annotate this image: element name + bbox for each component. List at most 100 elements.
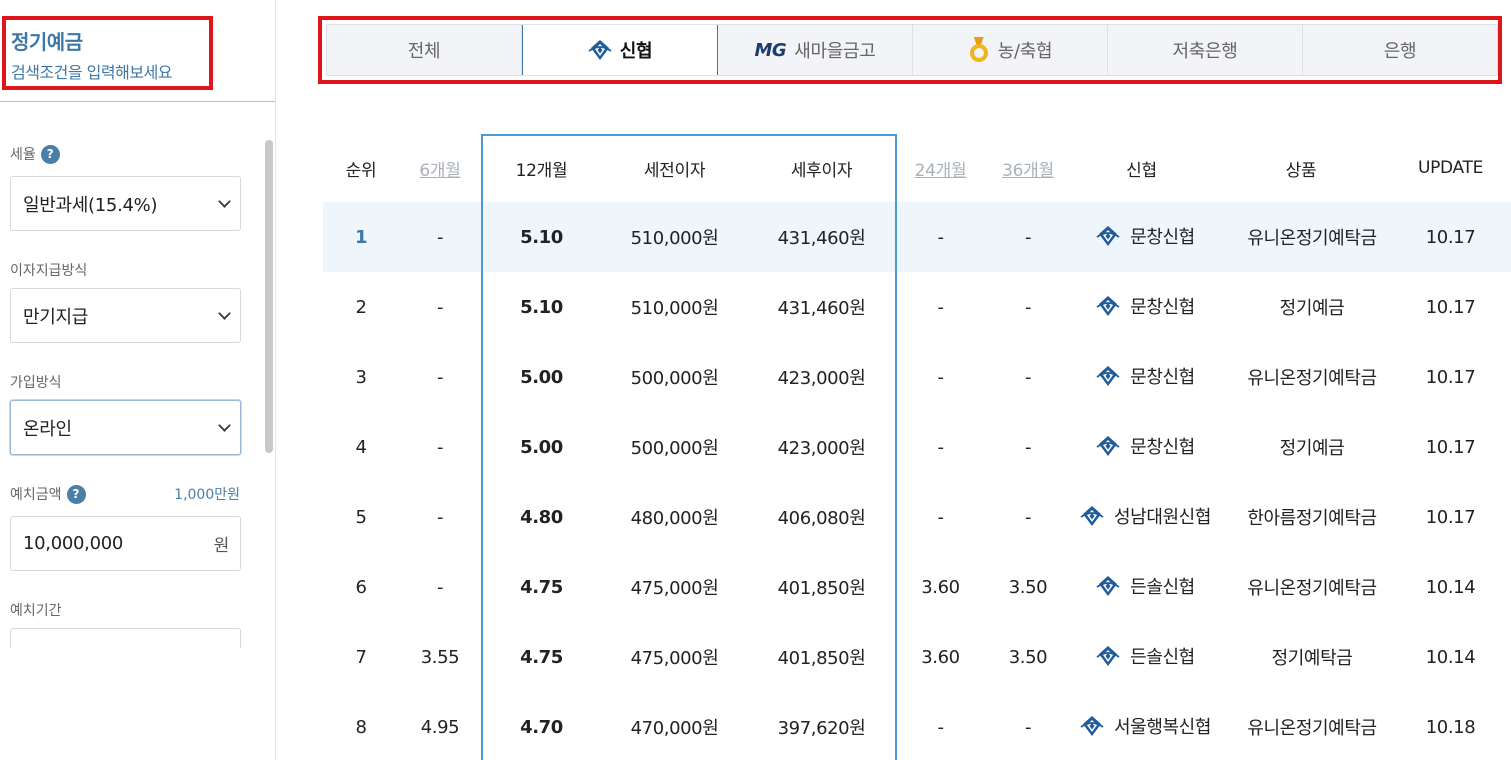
cell-aftertax-interest: 406,080원: [777, 508, 866, 529]
cell-aftertax-interest: 401,850원: [777, 578, 866, 599]
header-36m[interactable]: 36개월: [985, 134, 1071, 202]
table-row[interactable]: 5 - 4.80 480,000원 406,080원 - - 성남대원신협 한아름정기예탁금 10…: [323, 482, 1511, 552]
deposit-unit: 원: [213, 536, 230, 556]
cell-rate-6m: 3.55: [420, 646, 460, 668]
cell-rate-24m: -: [937, 296, 944, 318]
cell-rank: 8: [355, 716, 367, 738]
table-row[interactable]: 6 - 4.75 475,000원 401,850원 3.60 3.50 든솔신협 유니온정기예…: [323, 552, 1511, 622]
cell-institution: 서울행복신협: [1071, 692, 1212, 760]
filter-scroll-area[interactable]: 세율 ? 일반과세(15.4%) 이자지급방식 만기지급 가입방식 온라인 예치…: [0, 120, 270, 648]
table-row[interactable]: 1-5.10 510,000원 431,460원 - - 문창신협 유니온정기예탁금 10.1…: [323, 202, 1511, 272]
shinhyup-logo-icon: [1080, 505, 1104, 526]
cell-rate-6m: -: [436, 436, 444, 458]
shinhyup-logo-icon: [1096, 435, 1120, 456]
payout-select[interactable]: 만기지급: [10, 288, 241, 343]
deposit-label: 예치금액 ?: [10, 484, 86, 504]
cell-rate-6m: 4.95: [420, 716, 460, 738]
cell-rate-36m: -: [1024, 436, 1032, 458]
tab-mg[interactable]: MG 새마을금고: [718, 25, 913, 75]
cell-aftertax-interest: 431,460원: [777, 298, 866, 319]
tax-label: 세율 ?: [10, 144, 60, 164]
deposit-amount-hint: 1,000만원: [174, 487, 240, 503]
cell-aftertax-interest: 401,850원: [777, 648, 866, 669]
cell-aftertax-interest: 431,460원: [747, 202, 896, 272]
table-row[interactable]: 4 - 5.00 500,000원 423,000원 - - 문창신협 정기예금 10.17: [323, 412, 1511, 482]
institution-name: 든솔신협: [1130, 646, 1195, 668]
shinhyup-logo-icon: [588, 40, 612, 60]
cell-rate-6m: -: [436, 576, 444, 598]
cell-rate-36m: -: [985, 202, 1071, 272]
tab-all[interactable]: 전체: [327, 25, 522, 75]
join-select[interactable]: 온라인: [10, 400, 241, 455]
cell-institution: 문창신협: [1071, 272, 1212, 342]
cell-rate-12m: 5.00: [520, 366, 563, 388]
header-12m[interactable]: 12개월: [481, 134, 602, 202]
period-select[interactable]: [10, 628, 241, 648]
cell-aftertax-interest: 423,000원: [777, 368, 866, 389]
shinhyup-logo-icon: [1096, 365, 1120, 386]
chevron-down-icon: [218, 418, 231, 432]
medal-logo-icon: [968, 37, 990, 63]
cell-institution: 문창신협: [1071, 202, 1212, 272]
cell-rank: 2: [355, 296, 367, 318]
mg-logo-icon: MG: [754, 39, 787, 61]
shinhyup-logo-icon: [1096, 575, 1120, 596]
table-row[interactable]: 2 - 5.10 510,000원 431,460원 - - 문창신협 정기예금 10.17: [323, 272, 1511, 342]
cell-pretax-interest: 510,000원: [602, 202, 747, 272]
header-24m[interactable]: 24개월: [896, 134, 985, 202]
cell-product: 정기예금: [1279, 298, 1345, 319]
shinhyup-logo-icon: [1096, 295, 1120, 316]
cell-rate-12m: 4.70: [520, 716, 563, 738]
cell-rate-12m: 4.75: [520, 646, 563, 668]
cell-rate-6m: -: [399, 202, 481, 272]
deposit-help-icon[interactable]: ?: [66, 484, 86, 504]
cell-rate-36m: -: [1024, 296, 1032, 318]
table-row[interactable]: 8 4.95 4.70 470,000원 397,620원 - - 서울행복신협 유니온정기예탁…: [323, 692, 1511, 760]
cell-rank: 4: [355, 436, 367, 458]
tab-savings-bank[interactable]: 저축은행: [1108, 25, 1303, 75]
cell-aftertax-interest: 397,620원: [777, 718, 866, 739]
cell-rate-12m: 4.75: [520, 576, 563, 598]
cell-rank: 1: [323, 202, 399, 272]
cell-institution: 문창신협: [1071, 342, 1212, 412]
cell-update-date: 10.18: [1425, 716, 1476, 738]
table-row[interactable]: 7 3.55 4.75 475,000원 401,850원 3.60 3.50 든솔신협 정기예…: [323, 622, 1511, 692]
header-aftertax: 세후이자: [790, 160, 853, 181]
tax-select[interactable]: 일반과세(15.4%): [10, 176, 241, 231]
table-row[interactable]: 3 - 5.00 500,000원 423,000원 - - 문창신협 유니온정기예탁금 10.1…: [323, 342, 1511, 412]
cell-product: 한아름정기예탁금: [1247, 508, 1377, 529]
cell-institution: 성남대원신협: [1071, 482, 1212, 552]
sidebar-header: 정기예금 검색조건을 입력해보세요: [2, 16, 213, 90]
cell-institution: 문창신협: [1071, 412, 1212, 482]
cell-rate-24m: 3.60: [921, 646, 960, 668]
header-rank: 순위: [345, 160, 377, 181]
cell-product: 유니온정기예탁금: [1247, 718, 1377, 739]
cell-rate-6m: -: [436, 506, 444, 528]
cell-update-date: 10.17: [1425, 506, 1476, 528]
cell-pretax-interest: 475,000원: [630, 578, 719, 599]
deposit-input[interactable]: 10,000,000 원: [10, 516, 241, 571]
tab-nonghyup[interactable]: 농/축협: [913, 25, 1108, 75]
cell-update-date: 10.17: [1425, 366, 1476, 388]
cell-product: 유니온정기예탁금: [1247, 368, 1377, 389]
cell-rank: 7: [355, 646, 367, 668]
institution-name: 서울행복신협: [1114, 716, 1211, 738]
tab-shinhyup[interactable]: 신협: [522, 25, 718, 75]
header-6m[interactable]: 6개월: [399, 134, 481, 202]
cell-rate-36m: 3.50: [1008, 576, 1048, 598]
cell-pretax-interest: 500,000원: [630, 438, 719, 459]
sidebar-scrollbar[interactable]: [265, 140, 273, 453]
cell-aftertax-interest: 423,000원: [777, 438, 866, 459]
cell-rate-12m: 5.10: [481, 202, 602, 272]
institution-name: 문창신협: [1130, 296, 1195, 318]
page-subtitle: 검색조건을 입력해보세요: [11, 63, 173, 82]
cell-rank: 3: [355, 366, 367, 388]
cell-rate-36m: -: [1024, 366, 1032, 388]
cell-product: 유니온정기예탁금: [1247, 578, 1377, 599]
cell-rate-12m: 4.80: [520, 506, 563, 528]
tab-bank[interactable]: 은행: [1303, 25, 1497, 75]
cell-rate-6m: -: [436, 296, 444, 318]
cell-rate-24m: -: [937, 436, 944, 458]
tax-help-icon[interactable]: ?: [40, 144, 60, 164]
cell-pretax-interest: 475,000원: [630, 648, 719, 669]
